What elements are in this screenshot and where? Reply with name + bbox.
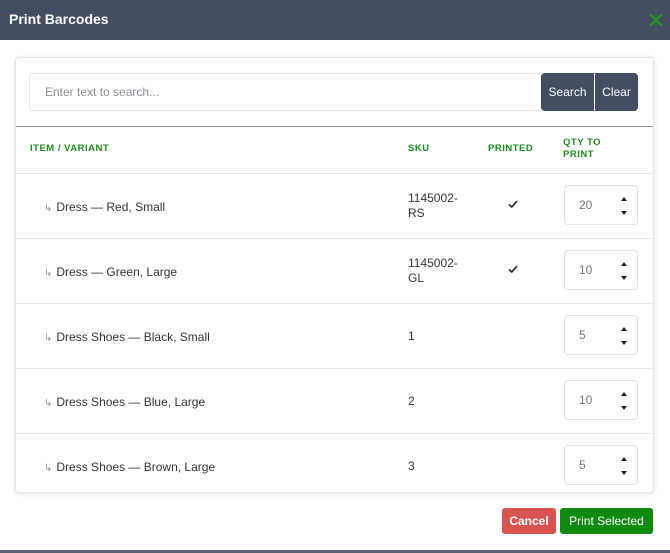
column-header-qty: QTY TO PRINT (563, 137, 602, 160)
barcode-card: Search Clear ITEM / VARIANT SKU PRINTED … (15, 57, 654, 493)
search-button[interactable]: Search (541, 73, 594, 111)
quantity-value[interactable]: 20 (579, 198, 592, 212)
column-header-printed: PRINTED (488, 143, 534, 154)
increment-arrow-icon[interactable] (619, 259, 629, 269)
decrement-arrow-icon[interactable] (619, 338, 629, 348)
decrement-arrow-icon[interactable] (619, 468, 629, 478)
sku-cell: 1 (408, 329, 468, 344)
increment-arrow-icon[interactable] (619, 389, 629, 399)
modal-title: Print Barcodes (9, 11, 109, 27)
sub-item-arrow-icon: ↳ (44, 333, 53, 344)
printed-check-icon (508, 265, 518, 274)
table-row: ↳ Dress — Green, Large 1145002- GL 10 (16, 239, 653, 304)
sku-cell: 3 (408, 459, 468, 474)
sku-text: 1 (408, 329, 415, 343)
sku-cell: 1145002- GL (408, 256, 468, 286)
modal-header: Print Barcodes (0, 0, 670, 40)
quantity-value[interactable]: 5 (579, 328, 586, 342)
print-selected-button[interactable]: Print Selected (560, 508, 653, 534)
table-row: ↳ Dress Shoes — Brown, Large 3 5 (16, 434, 653, 492)
sku-text: 1145002- (408, 191, 458, 205)
sku-cell: 1145002- RS (408, 191, 468, 221)
quantity-stepper[interactable]: 10 (564, 380, 638, 420)
print-barcodes-modal: Print Barcodes Search Clear ITEM / VARIA… (0, 0, 670, 553)
sub-item-arrow-icon: ↳ (44, 203, 53, 214)
table-body: ↳ Dress — Red, Small 1145002- RS 20 ↳ Dress — … (16, 174, 653, 492)
sub-item-arrow-icon: ↳ (44, 398, 53, 409)
item-variant-cell: ↳ Dress — Red, Small (44, 200, 165, 214)
close-icon[interactable] (649, 13, 663, 27)
cancel-button[interactable]: Cancel (502, 508, 556, 534)
quantity-value[interactable]: 5 (579, 458, 586, 472)
item-variant-label: Dress — Green, Large (56, 265, 178, 279)
item-variant-label: Dress Shoes — Black, Small (56, 330, 210, 344)
quantity-stepper[interactable]: 5 (564, 445, 638, 485)
sku-text: 1145002- (408, 256, 458, 270)
sku-cell: 2 (408, 394, 468, 409)
sub-item-arrow-icon: ↳ (44, 463, 53, 474)
quantity-stepper[interactable]: 20 (564, 185, 638, 225)
column-header-item: ITEM / VARIANT (30, 143, 110, 154)
item-variant-label: Dress Shoes — Blue, Large (56, 395, 206, 409)
item-variant-label: Dress Shoes — Brown, Large (56, 460, 216, 474)
item-variant-cell: ↳ Dress Shoes — Brown, Large (44, 460, 215, 474)
increment-arrow-icon[interactable] (619, 454, 629, 464)
decrement-arrow-icon[interactable] (619, 403, 629, 413)
sku-text: 2 (408, 394, 415, 408)
quantity-stepper[interactable]: 5 (564, 315, 638, 355)
table-row: ↳ Dress — Red, Small 1145002- RS 20 (16, 174, 653, 239)
barcode-table: ITEM / VARIANT SKU PRINTED QTY TO PRINT … (16, 126, 653, 492)
increment-arrow-icon[interactable] (619, 324, 629, 334)
item-variant-cell: ↳ Dress — Green, Large (44, 265, 177, 279)
table-header: ITEM / VARIANT SKU PRINTED QTY TO PRINT (16, 127, 653, 174)
table-row: ↳ Dress Shoes — Black, Small 1 5 (16, 304, 653, 369)
sub-item-arrow-icon: ↳ (44, 268, 53, 279)
quantity-value[interactable]: 10 (579, 393, 592, 407)
item-variant-cell: ↳ Dress Shoes — Blue, Large (44, 395, 205, 409)
increment-arrow-icon[interactable] (619, 194, 629, 204)
quantity-stepper[interactable]: 10 (564, 250, 638, 290)
sku-text: GL (408, 271, 425, 285)
sku-text: 3 (408, 459, 415, 473)
item-variant-cell: ↳ Dress Shoes — Black, Small (44, 330, 210, 344)
table-row: ↳ Dress Shoes — Blue, Large 2 10 (16, 369, 653, 434)
quantity-value[interactable]: 10 (579, 263, 592, 277)
item-variant-label: Dress — Red, Small (56, 200, 166, 214)
column-header-sku: SKU (408, 143, 430, 154)
decrement-arrow-icon[interactable] (619, 208, 629, 218)
printed-check-icon (508, 200, 518, 209)
clear-button[interactable]: Clear (595, 73, 638, 111)
decrement-arrow-icon[interactable] (619, 273, 629, 283)
search-input[interactable] (29, 73, 540, 111)
sku-text: RS (408, 206, 425, 220)
